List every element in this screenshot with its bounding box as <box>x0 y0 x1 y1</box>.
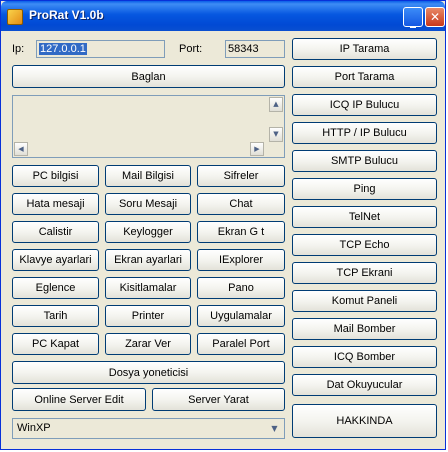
tool-button-label: TCP Ekrani <box>336 267 393 279</box>
close-icon: ✕ <box>429 10 441 24</box>
app-icon <box>7 9 23 25</box>
tool-button[interactable]: Dat Okuyucular <box>292 374 437 396</box>
function-button-label: Sifreler <box>223 170 259 182</box>
function-button-label: Printer <box>131 310 165 322</box>
os-select-value: WinXP <box>17 422 51 434</box>
function-button[interactable]: Keylogger <box>105 221 191 243</box>
tool-button[interactable]: TelNet <box>292 206 437 228</box>
function-button[interactable]: Ekran ayarlari <box>105 249 191 271</box>
server-create-button[interactable]: Server Yarat <box>152 388 285 411</box>
minimize-icon: _ <box>410 14 416 28</box>
scroll-left-icon[interactable]: ◀ <box>14 142 28 156</box>
connect-button[interactable]: Baglan <box>12 65 285 88</box>
tool-button[interactable]: Komut Paneli <box>292 290 437 312</box>
output-memo[interactable]: ▲ ▼ ◀ ▶ <box>12 95 285 158</box>
server-create-label: Server Yarat <box>188 393 249 406</box>
main-window: ProRat V1.0b _ ✕ Ip: 127.0.0.1 Port: 583… <box>0 0 446 450</box>
function-button[interactable]: IExplorer <box>197 249 285 271</box>
scroll-right-icon[interactable]: ▶ <box>250 142 264 156</box>
function-button-label: Soru Mesaji <box>118 198 178 210</box>
function-button[interactable]: Chat <box>197 193 285 215</box>
tool-button[interactable]: Ping <box>292 178 437 200</box>
function-button-label: Eglence <box>35 282 76 294</box>
function-button[interactable]: Mail Bilgisi <box>105 165 191 187</box>
function-button-label: Ekran ayarlari <box>114 254 182 266</box>
function-button-label: Mail Bilgisi <box>122 170 174 182</box>
tool-button-label: Mail Bomber <box>333 323 396 335</box>
function-button-label: Pano <box>228 282 254 294</box>
function-button-label: Tarih <box>43 310 68 322</box>
scroll-down-icon[interactable]: ▼ <box>269 127 283 142</box>
file-manager-label: Dosya yoneticisi <box>108 366 189 379</box>
ip-input[interactable]: 127.0.0.1 <box>36 40 165 58</box>
tool-button-label: Ping <box>353 183 376 195</box>
tool-button-label: TelNet <box>348 211 381 223</box>
connect-button-label: Baglan <box>131 70 166 83</box>
os-select[interactable]: WinXP ▼ <box>12 418 285 439</box>
tool-button-label: ICQ Bomber <box>333 351 396 363</box>
port-label: Port: <box>179 43 203 55</box>
online-server-edit-button[interactable]: Online Server Edit <box>12 388 146 411</box>
function-button[interactable]: PC Kapat <box>12 333 99 355</box>
function-button[interactable]: Kisitlamalar <box>105 277 191 299</box>
about-button[interactable]: HAKKINDA <box>292 404 437 438</box>
tool-button[interactable]: TCP Echo <box>292 234 437 256</box>
function-button-label: Zarar Ver <box>125 338 171 350</box>
function-button-label: Kisitlamalar <box>119 282 177 294</box>
tool-button-label: IP Tarama <box>339 43 390 55</box>
tool-button[interactable]: Mail Bomber <box>292 318 437 340</box>
function-button[interactable]: Zarar Ver <box>105 333 191 355</box>
scroll-up-icon[interactable]: ▲ <box>269 97 283 112</box>
function-button-label: PC Kapat <box>31 338 80 350</box>
tool-button-label: ICQ IP Bulucu <box>329 99 400 111</box>
function-button[interactable]: Hata mesaji <box>12 193 99 215</box>
tool-button-label: Komut Paneli <box>331 295 398 307</box>
function-button-label: IExplorer <box>218 254 264 266</box>
function-button[interactable]: Calistir <box>12 221 99 243</box>
function-button[interactable]: PC bilgisi <box>12 165 99 187</box>
chevron-down-icon[interactable]: ▼ <box>267 421 282 436</box>
function-button[interactable]: Printer <box>105 305 191 327</box>
tool-button[interactable]: ICQ Bomber <box>292 346 437 368</box>
ip-label: Ip: <box>12 43 25 55</box>
tool-button-label: Port Tarama <box>334 71 395 83</box>
ip-value: 127.0.0.1 <box>39 43 87 55</box>
function-button-label: Paralel Port <box>212 338 270 350</box>
file-manager-button[interactable]: Dosya yoneticisi <box>12 361 285 384</box>
window-title: ProRat V1.0b <box>29 8 104 22</box>
function-button[interactable]: Ekran G t <box>197 221 285 243</box>
function-button-label: Uygulamalar <box>210 310 272 322</box>
tool-button-label: TCP Echo <box>339 239 390 251</box>
tool-button[interactable]: TCP Ekrani <box>292 262 437 284</box>
function-button[interactable]: Sifreler <box>197 165 285 187</box>
minimize-button[interactable]: _ <box>403 7 423 28</box>
function-button[interactable]: Uygulamalar <box>197 305 285 327</box>
tool-button-label: Dat Okuyucular <box>326 379 403 391</box>
function-button-label: Ekran G t <box>217 226 265 238</box>
online-server-edit-label: Online Server Edit <box>34 393 124 406</box>
function-button-label: PC bilgisi <box>32 170 79 182</box>
tool-button[interactable]: IP Tarama <box>292 38 437 60</box>
function-button[interactable]: Paralel Port <box>197 333 285 355</box>
function-button-label: Keylogger <box>123 226 173 238</box>
close-button[interactable]: ✕ <box>425 7 445 27</box>
about-button-label: HAKKINDA <box>336 415 393 427</box>
function-button-label: Klavye ayarlari <box>19 254 92 266</box>
function-button-label: Hata mesaji <box>26 198 85 210</box>
function-button[interactable]: Eglence <box>12 277 99 299</box>
tool-button[interactable]: ICQ IP Bulucu <box>292 94 437 116</box>
function-button-label: Calistir <box>38 226 73 238</box>
function-button[interactable]: Klavye ayarlari <box>12 249 99 271</box>
function-button-label: Chat <box>229 198 253 210</box>
function-button[interactable]: Tarih <box>12 305 99 327</box>
tool-button[interactable]: SMTP Bulucu <box>292 150 437 172</box>
function-button[interactable]: Pano <box>197 277 285 299</box>
title-bar[interactable]: ProRat V1.0b _ ✕ <box>1 1 445 31</box>
port-input[interactable]: 58343 <box>225 40 285 58</box>
tool-button-label: SMTP Bulucu <box>330 155 399 167</box>
tool-button[interactable]: HTTP / IP Bulucu <box>292 122 437 144</box>
function-button[interactable]: Soru Mesaji <box>105 193 191 215</box>
tool-button-label: HTTP / IP Bulucu <box>322 127 407 139</box>
tool-button[interactable]: Port Tarama <box>292 66 437 88</box>
